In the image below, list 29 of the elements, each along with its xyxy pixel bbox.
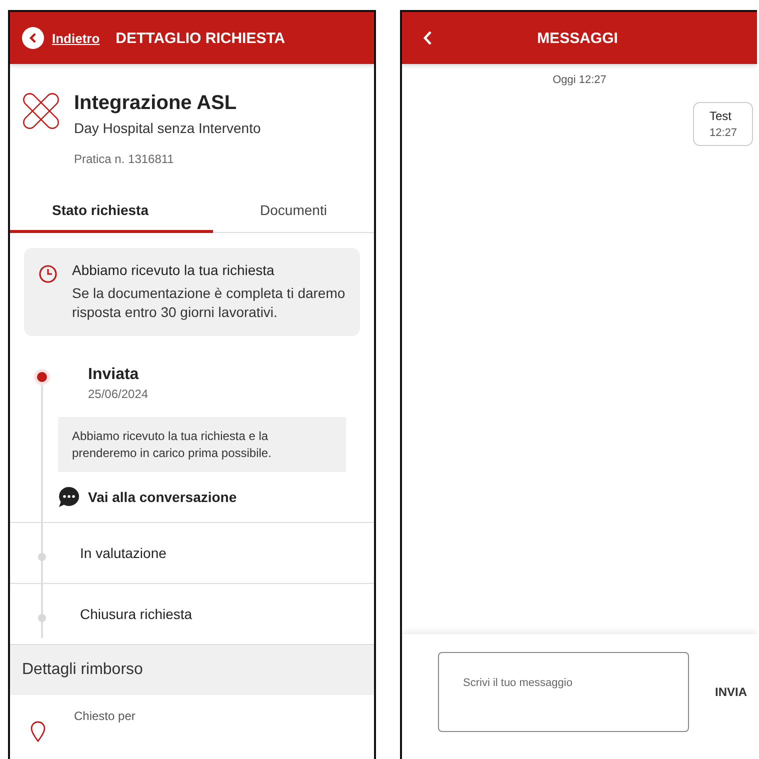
step-title: Inviata [87, 366, 140, 384]
case-number: Pratica n. 1316811 [74, 152, 175, 166]
bandage-icon [22, 92, 60, 130]
tab[interactable]: Documenti [213, 202, 374, 233]
step-note: Abbiamo ricevuto la tua richiesta e la prenderemo in carico prima possibile. [58, 416, 346, 472]
screen-title: DETTAGLIO RICHIESTA [116, 30, 286, 46]
message-time: 12:27 [709, 127, 737, 139]
chat-bubble-icon [58, 486, 80, 508]
message-text: Test [709, 109, 732, 123]
product-title: Integrazione ASL [74, 92, 238, 115]
conversation-link[interactable]: Vai alla conversazione [58, 486, 346, 508]
detail-label: Chiesto per [74, 709, 136, 726]
notice-title: Abbiamo ricevuto la tua richiesta [72, 262, 276, 278]
back-chevron-icon[interactable] [422, 30, 434, 46]
chat-timestamp: Oggi 12:27 [552, 74, 608, 86]
step-title: Chiusura richiesta [80, 606, 194, 622]
location-pin-icon [30, 721, 46, 744]
send-button[interactable]: INVIA [709, 684, 754, 700]
section-title: Dettagli rimborso [10, 644, 374, 696]
clock-icon [38, 264, 58, 284]
step-date: 25/06/2024 [87, 386, 150, 401]
product-subtitle: Day Hospital senza Intervento [74, 120, 261, 136]
back-icon[interactable] [22, 27, 44, 49]
tab[interactable]: Stato richiesta [10, 202, 213, 233]
notice-text: Se la documentazione è completa ti daremo risposta entro 30 giorni lavorativi. [72, 284, 346, 322]
step-title: In valutazione [80, 545, 168, 562]
message-input[interactable]: Scrivi il tuo messaggio [438, 652, 689, 732]
back-link[interactable]: Indietro [52, 30, 100, 46]
screen-title: MESSAGGI [536, 30, 619, 46]
